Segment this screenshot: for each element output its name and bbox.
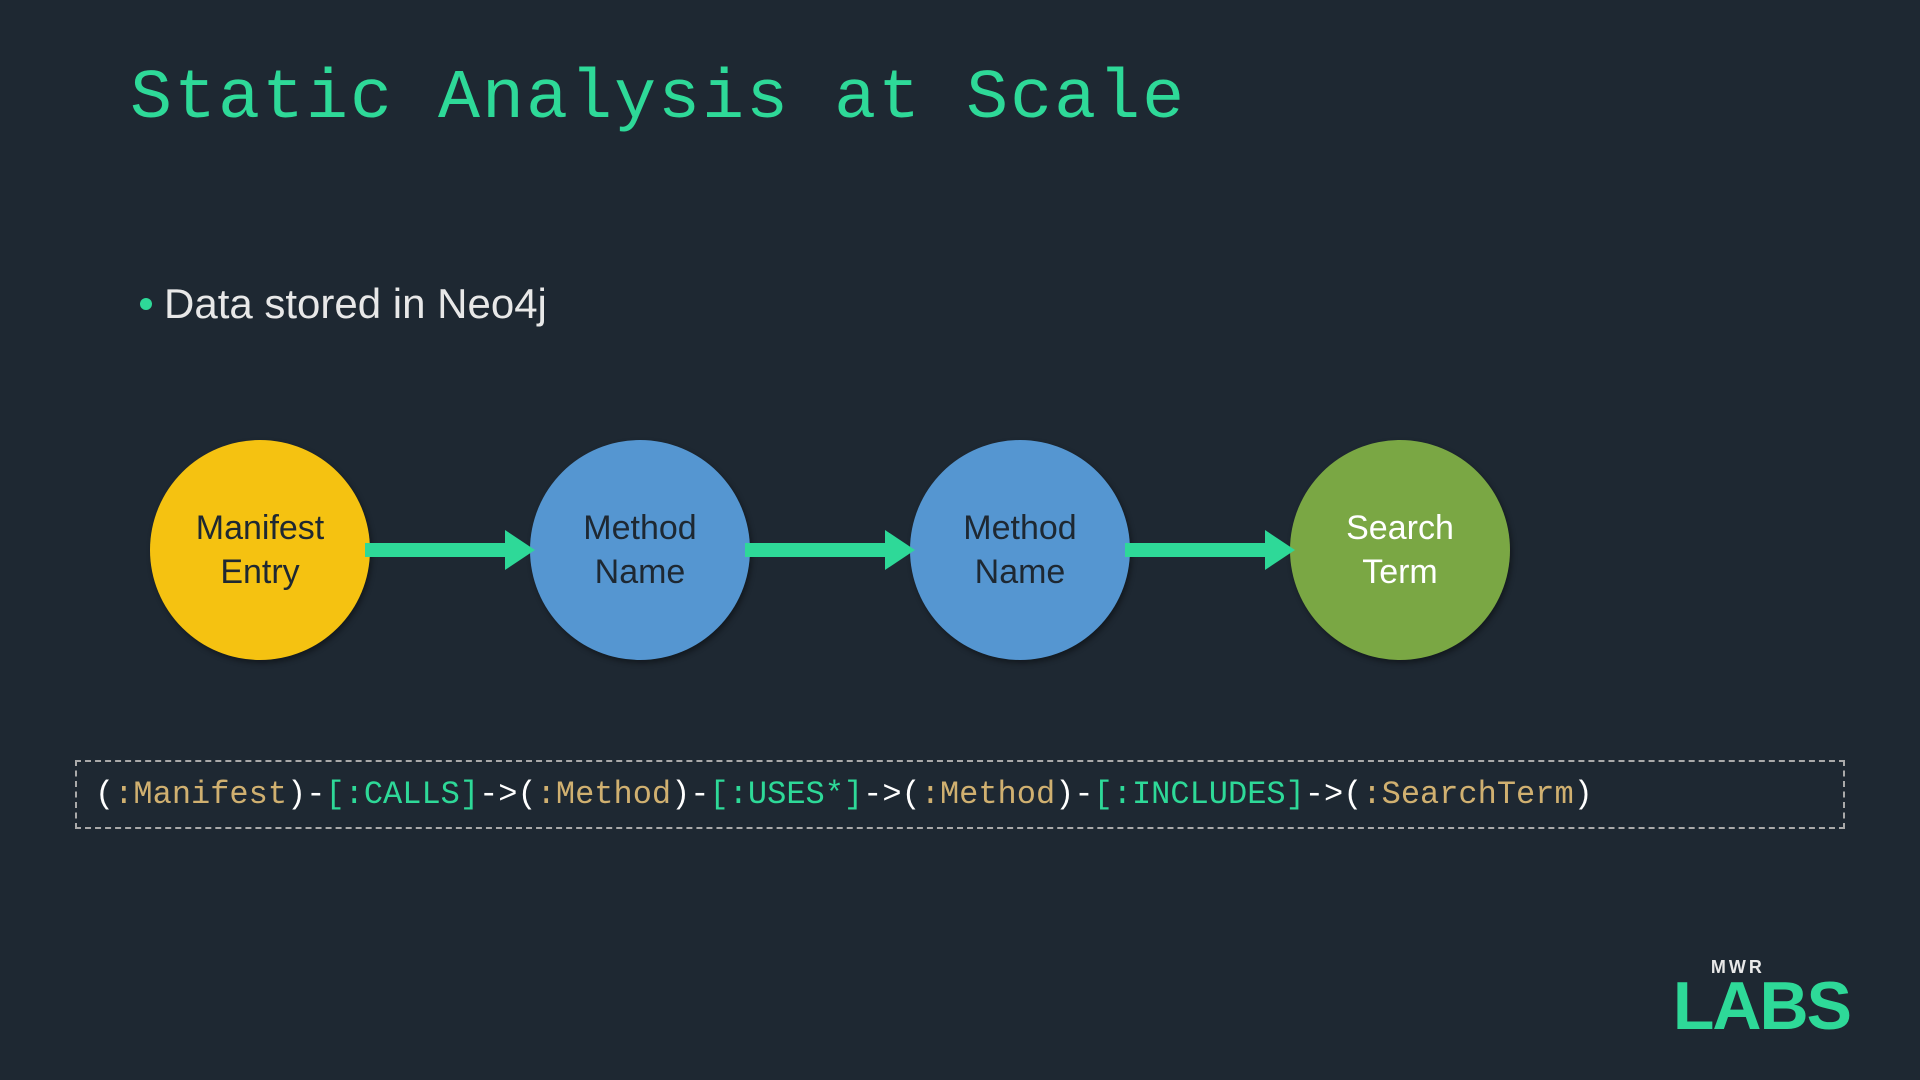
query-token: -> — [1305, 776, 1343, 813]
diagram-node: MethodName — [910, 440, 1130, 660]
diagram-node: ManifestEntry — [150, 440, 370, 660]
bullet-item: Data stored in Neo4j — [140, 280, 547, 328]
arrow-icon — [1125, 540, 1295, 560]
diagram-node: SearchTerm — [1290, 440, 1510, 660]
query-token: - — [1074, 776, 1093, 813]
query-token: - — [306, 776, 325, 813]
query-token: ) — [1574, 776, 1593, 813]
query-token: -> — [863, 776, 901, 813]
query-token: :Method — [537, 776, 671, 813]
bullet-icon — [140, 298, 152, 310]
query-token: [:USES*] — [710, 776, 864, 813]
query-token: -> — [479, 776, 517, 813]
query-token: ( — [902, 776, 921, 813]
bullet-text: Data stored in Neo4j — [164, 280, 547, 328]
flow-diagram: ManifestEntry MethodName MethodName SearchT… — [150, 440, 1510, 660]
query-token: ( — [1343, 776, 1362, 813]
query-token: :Method — [921, 776, 1055, 813]
arrow-icon — [365, 540, 535, 560]
query-token: ( — [95, 776, 114, 813]
query-token: ) — [287, 776, 306, 813]
query-token: ) — [671, 776, 690, 813]
arrow-icon — [745, 540, 915, 560]
query-token: ( — [517, 776, 536, 813]
slide-title: Static Analysis at Scale — [130, 60, 1186, 139]
mwr-labs-logo: MWR LABS — [1673, 957, 1850, 1040]
logo-labs-text: LABS — [1673, 972, 1850, 1040]
query-token: ) — [1055, 776, 1074, 813]
query-token: :SearchTerm — [1362, 776, 1573, 813]
query-token: [:CALLS] — [325, 776, 479, 813]
query-token: :Manifest — [114, 776, 287, 813]
query-token: - — [690, 776, 709, 813]
cypher-query-box: (:Manifest)-[:CALLS]->(:Method)-[:USES*]… — [75, 760, 1845, 829]
diagram-node: MethodName — [530, 440, 750, 660]
query-token: [:INCLUDES] — [1094, 776, 1305, 813]
